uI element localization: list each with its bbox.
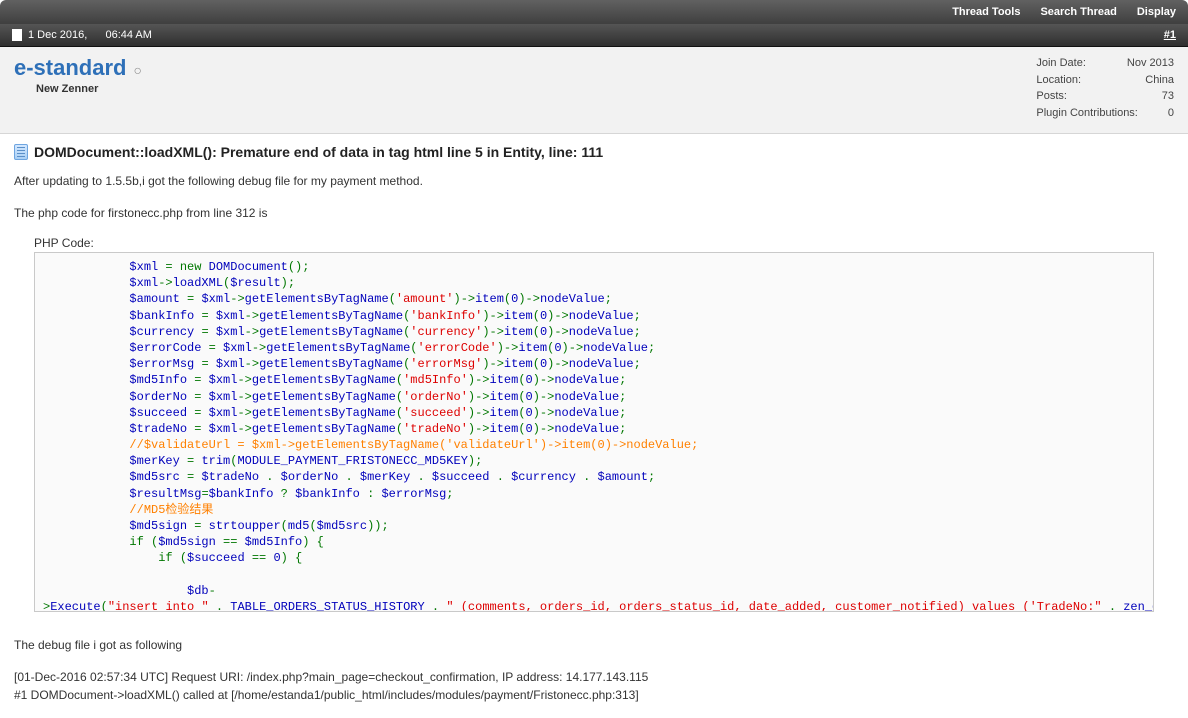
- post-title: DOMDocument::loadXML(): Premature end of…: [34, 144, 603, 160]
- debug-line-2: #1 DOMDocument->loadXML() called at [/ho…: [14, 686, 1174, 704]
- search-thread-link[interactable]: Search Thread: [1040, 6, 1116, 18]
- posts-label: Posts:: [1036, 88, 1067, 105]
- post-number-link[interactable]: #1: [1164, 29, 1176, 41]
- page-icon: [14, 144, 28, 160]
- post-paragraph-2: The php code for firstonecc.php from lin…: [14, 204, 1174, 222]
- user-stats: Join Date: Nov 2013 Location: China Posts:…: [1036, 55, 1174, 121]
- location-label: Location:: [1036, 72, 1081, 89]
- plugin-value: 0: [1168, 105, 1174, 122]
- post-paragraph-1: After updating to 1.5.5b,i got the follo…: [14, 172, 1174, 190]
- join-date-value: Nov 2013: [1127, 55, 1174, 72]
- thread-toolbar: Thread Tools Search Thread Display: [0, 0, 1188, 24]
- display-link[interactable]: Display: [1137, 6, 1176, 18]
- user-info-bar: e-standard ○ New Zenner Join Date: Nov 20…: [0, 47, 1188, 134]
- location-value: China: [1145, 72, 1174, 89]
- post-body: DOMDocument::loadXML(): Premature end of…: [0, 134, 1188, 718]
- username-link[interactable]: e-standard: [14, 55, 126, 80]
- thread-tools-link[interactable]: Thread Tools: [952, 6, 1020, 18]
- debug-intro: The debug file i got as following: [14, 636, 1174, 654]
- plugin-label: Plugin Contributions:: [1036, 105, 1138, 122]
- php-code-label: PHP Code:: [34, 236, 1174, 250]
- online-status-icon: ○: [134, 62, 142, 78]
- post-date: 1 Dec 2016,: [28, 29, 87, 41]
- debug-line-1: [01-Dec-2016 02:57:34 UTC] Request URI: …: [14, 668, 1174, 686]
- document-icon: [12, 29, 22, 41]
- post-time: 06:44 AM: [105, 29, 151, 41]
- user-title: New Zenner: [36, 83, 142, 95]
- posts-value: 73: [1162, 88, 1174, 105]
- php-code-box[interactable]: $xml = new DOMDocument(); $xml->loadXML(…: [34, 252, 1154, 612]
- join-date-label: Join Date:: [1036, 55, 1086, 72]
- post-header-bar: 1 Dec 2016, 06:44 AM #1: [0, 24, 1188, 47]
